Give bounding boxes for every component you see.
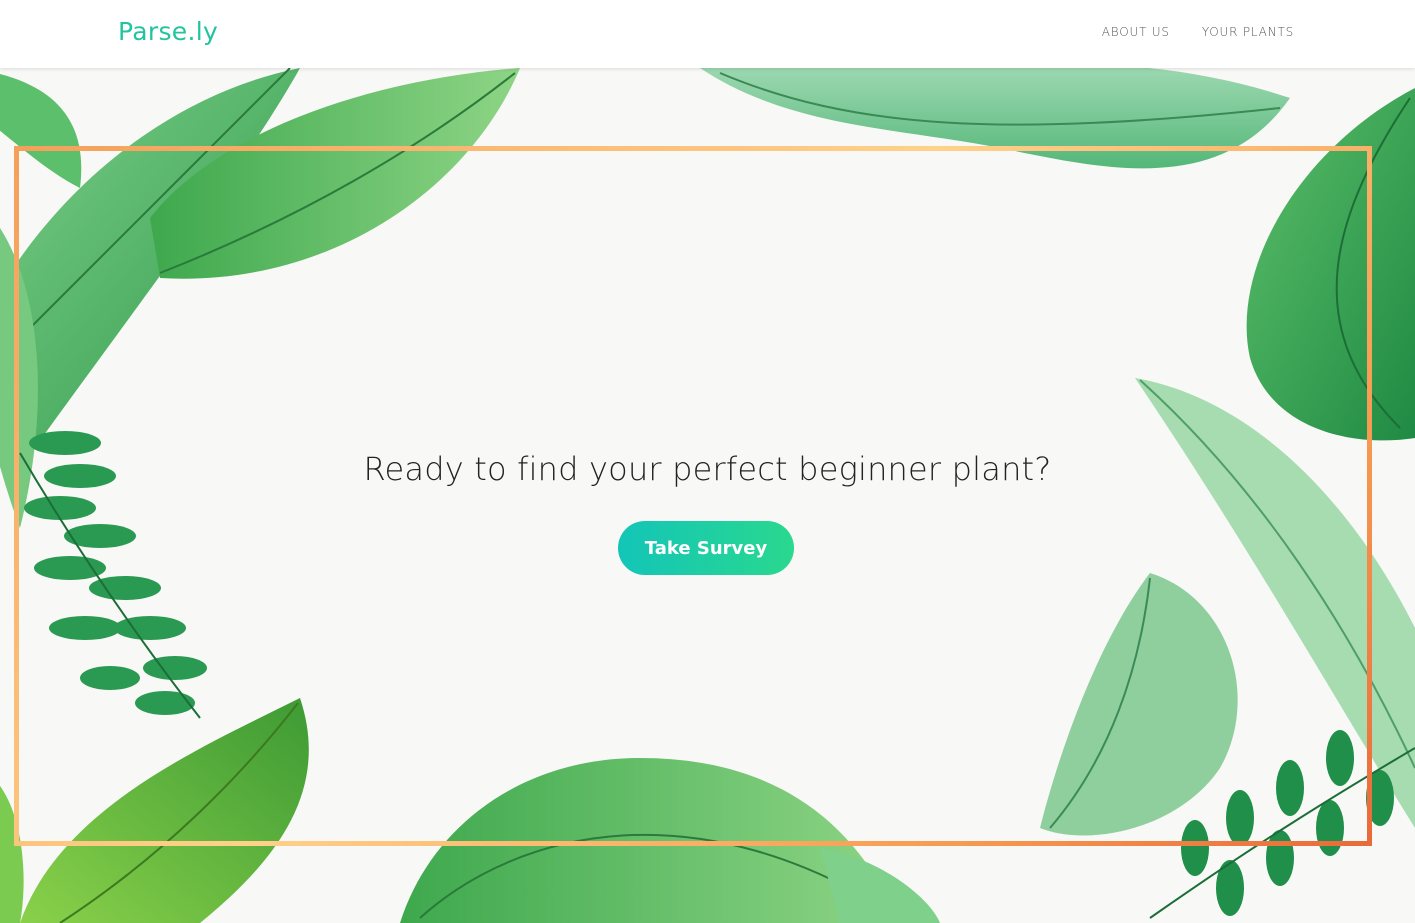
leaf-shape (400, 758, 900, 923)
leaf-shape (20, 698, 309, 923)
main-nav: ABOUT US YOUR PLANTS (1102, 25, 1294, 39)
top-navbar: Parse.ly ABOUT US YOUR PLANTS (0, 0, 1415, 68)
hero-section: Ready to find your perfect beginner plan… (0, 68, 1415, 923)
hero-headline: Ready to find your perfect beginner plan… (363, 450, 1052, 488)
leaf-shape (700, 68, 1290, 169)
take-survey-button[interactable]: Take Survey (618, 521, 794, 575)
leaf-background-illustration (0, 68, 1415, 923)
leaf-shape (150, 68, 520, 279)
brand-logo-link[interactable]: Parse.ly (118, 17, 218, 46)
nav-link-about-us[interactable]: ABOUT US (1102, 25, 1170, 39)
nav-link-your-plants[interactable]: YOUR PLANTS (1202, 25, 1294, 39)
leaf-shape (1040, 573, 1238, 836)
leaf-shape (1246, 88, 1415, 441)
